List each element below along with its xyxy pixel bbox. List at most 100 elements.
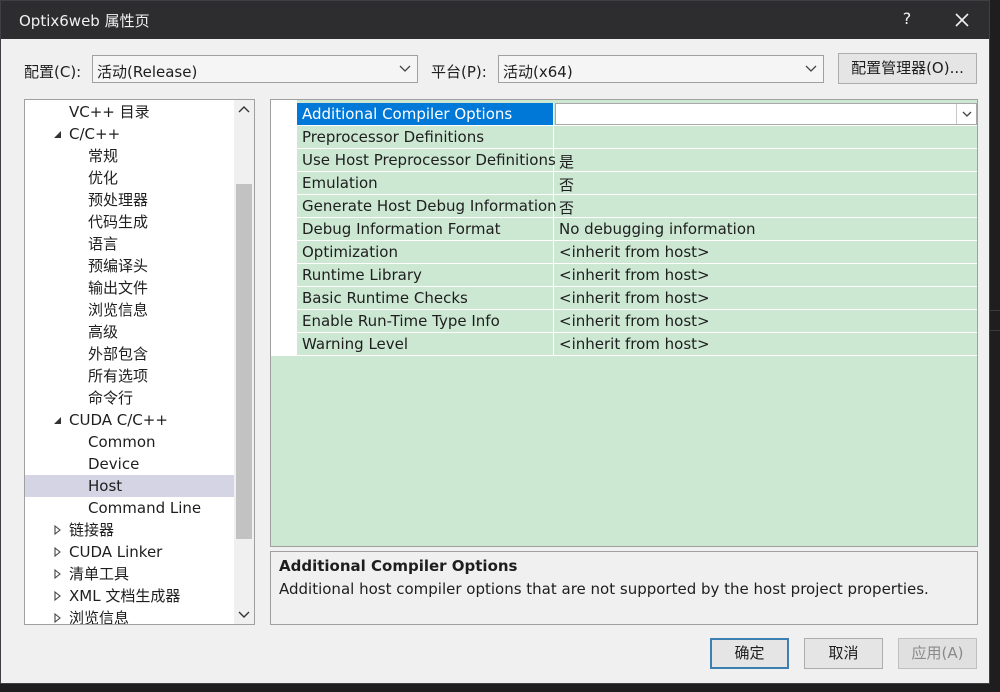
tree-item[interactable]: 外部包含 <box>25 343 234 365</box>
property-row[interactable]: Basic Runtime Checks <inherit from host> <box>297 287 977 310</box>
description-text: Additional host compiler options that ar… <box>279 580 929 598</box>
ok-button[interactable]: 确定 <box>710 638 789 669</box>
description-title: Additional Compiler Options <box>279 557 518 575</box>
property-value: 否 <box>555 195 977 217</box>
tree-item[interactable]: 预处理器 <box>25 189 234 211</box>
property-value-text: 否 <box>559 176 575 194</box>
collapsed-triangle-icon[interactable] <box>51 563 63 585</box>
apply-button[interactable]: 应用(A) <box>898 638 977 669</box>
title-bar: Optix6web 属性页 ? <box>1 1 989 39</box>
property-value-text: <inherit from host> <box>559 243 710 261</box>
tree-item[interactable]: Device <box>25 453 234 475</box>
property-value: No debugging information <box>555 218 977 240</box>
scrollbar-thumb[interactable] <box>236 184 252 539</box>
expanded-triangle-icon[interactable] <box>51 409 63 431</box>
scroll-up-icon[interactable] <box>234 100 254 120</box>
property-row[interactable]: Use Host Preprocessor Definitions 是 <box>297 149 977 172</box>
tree-scrollbar[interactable] <box>234 100 254 624</box>
property-row[interactable]: Optimization <inherit from host> <box>297 241 977 264</box>
property-row[interactable]: Generate Host Debug Information 否 <box>297 195 977 218</box>
property-value: 是 <box>555 149 977 171</box>
property-name: Enable Run-Time Type Info <box>297 310 554 332</box>
expanded-triangle-icon[interactable] <box>51 123 63 145</box>
tree-item[interactable]: XML 文档生成器 <box>25 585 234 607</box>
tree-item-label: 浏览信息 <box>69 609 130 625</box>
tree-item-label: 链接器 <box>69 521 115 539</box>
tree-item[interactable]: VC++ 目录 <box>25 101 234 123</box>
tree-item[interactable]: C/C++ <box>25 123 234 145</box>
tree-item-label: 外部包含 <box>88 345 149 363</box>
property-grid: Additional Compiler Options Preprocessor … <box>270 99 978 547</box>
property-value-input[interactable] <box>555 103 977 125</box>
tree-item-label: CUDA C/C++ <box>69 411 168 429</box>
tree-item[interactable]: 优化 <box>25 167 234 189</box>
tree-item[interactable]: Common <box>25 431 234 453</box>
tree-item-label: 浏览信息 <box>88 301 149 319</box>
collapsed-triangle-icon[interactable] <box>51 519 63 541</box>
tree-item-label: 清单工具 <box>69 565 130 583</box>
background-divider <box>990 330 1000 331</box>
tree-item[interactable]: 浏览信息 <box>25 607 234 625</box>
tree-item-label: 预编译头 <box>88 257 149 275</box>
property-name: Warning Level <box>297 333 554 355</box>
property-row[interactable]: Emulation 否 <box>297 172 977 195</box>
chevron-down-icon <box>399 65 411 72</box>
tree-item[interactable]: 代码生成 <box>25 211 234 233</box>
tree-item[interactable]: 清单工具 <box>25 563 234 585</box>
tree-item-label: 所有选项 <box>88 367 149 385</box>
tree-item-label: VC++ 目录 <box>69 103 150 121</box>
tree-item[interactable]: 命令行 <box>25 387 234 409</box>
property-tree: VC++ 目录 C/C++ 常规 优化 预处理器 代码生成 语言 预编译头 输出文件 浏览信息 高级… <box>24 99 255 625</box>
property-row[interactable]: Preprocessor Definitions <box>297 126 977 149</box>
tree-item[interactable]: 常规 <box>25 145 234 167</box>
tree-item-label: Command Line <box>88 499 202 517</box>
property-row[interactable]: Runtime Library <inherit from host> <box>297 264 977 287</box>
tree-item-label: 语言 <box>88 235 119 253</box>
tree-item[interactable]: Host <box>25 475 234 497</box>
platform-select[interactable]: 活动(x64) <box>498 55 824 83</box>
collapsed-triangle-icon[interactable] <box>51 607 63 625</box>
tree-item[interactable]: 预编译头 <box>25 255 234 277</box>
tree-item[interactable]: 语言 <box>25 233 234 255</box>
platform-value: 活动(x64) <box>503 63 573 81</box>
cancel-button[interactable]: 取消 <box>804 638 883 669</box>
property-value: <inherit from host> <box>555 264 977 286</box>
chevron-down-icon <box>962 111 972 117</box>
tree-item-label: 常规 <box>88 147 119 165</box>
scroll-down-icon[interactable] <box>234 604 254 624</box>
property-name: Additional Compiler Options <box>297 103 554 125</box>
property-pages-dialog: Optix6web 属性页 ? 配置(C): 活动(Release) 平台(P)… <box>0 0 990 684</box>
property-row[interactable]: Warning Level <inherit from host> <box>297 333 977 356</box>
property-value: <inherit from host> <box>555 333 977 355</box>
property-value-text: No debugging information <box>559 220 756 238</box>
tree-item[interactable]: 浏览信息 <box>25 299 234 321</box>
tree-item[interactable]: CUDA Linker <box>25 541 234 563</box>
property-value-text: <inherit from host> <box>559 289 710 307</box>
tree-item-label: 预处理器 <box>88 191 149 209</box>
property-name: Emulation <box>297 172 554 194</box>
property-row[interactable]: Debug Information Format No debugging inf… <box>297 218 977 241</box>
config-select[interactable]: 活动(Release) <box>92 55 418 83</box>
property-value: 否 <box>555 172 977 194</box>
property-value: <inherit from host> <box>555 287 977 309</box>
tree-item-label: CUDA Linker <box>69 543 163 561</box>
tree-item[interactable]: 高级 <box>25 321 234 343</box>
tree-item-label: 命令行 <box>88 389 134 407</box>
close-button[interactable] <box>950 8 974 32</box>
tree-item[interactable]: CUDA C/C++ <box>25 409 234 431</box>
value-dropdown-button[interactable] <box>956 104 976 124</box>
property-row[interactable]: Additional Compiler Options <box>297 103 977 126</box>
tree-item[interactable]: 所有选项 <box>25 365 234 387</box>
config-manager-button[interactable]: 配置管理器(O)... <box>838 53 977 84</box>
tree-item[interactable]: 链接器 <box>25 519 234 541</box>
property-row[interactable]: Enable Run-Time Type Info <inherit from h… <box>297 310 977 333</box>
property-name: Debug Information Format <box>297 218 554 240</box>
collapsed-triangle-icon[interactable] <box>51 585 63 607</box>
collapsed-triangle-icon[interactable] <box>51 541 63 563</box>
chevron-down-icon <box>805 65 817 72</box>
property-value <box>555 126 977 148</box>
help-button[interactable]: ? <box>897 9 917 28</box>
tree-item[interactable]: Command Line <box>25 497 234 519</box>
property-name: Optimization <box>297 241 554 263</box>
tree-item[interactable]: 输出文件 <box>25 277 234 299</box>
